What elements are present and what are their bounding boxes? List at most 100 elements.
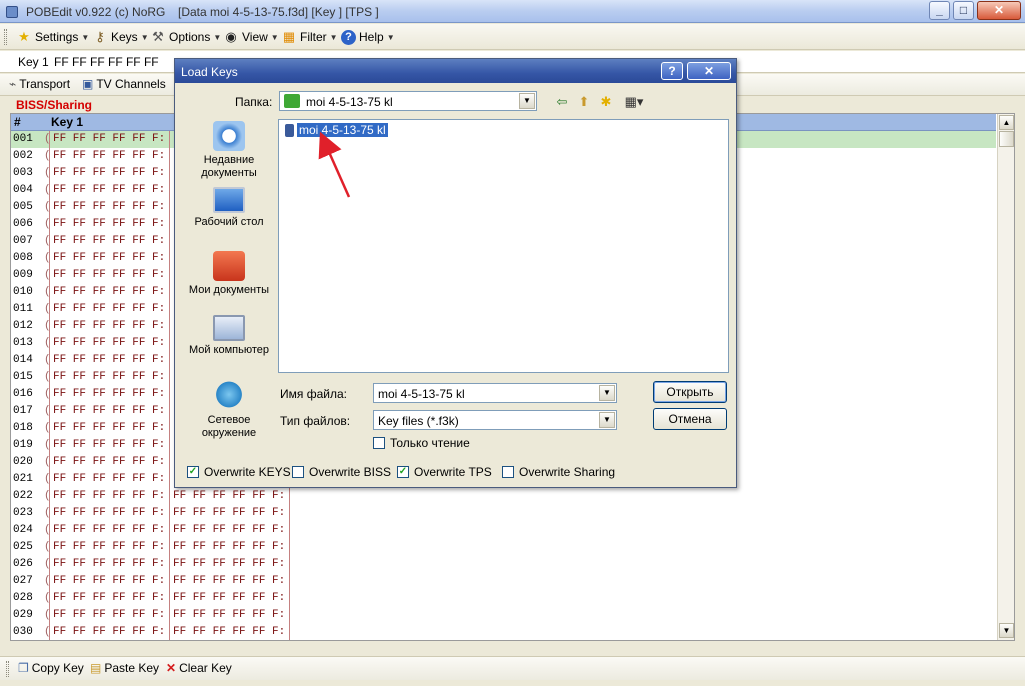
row-number: 015 bbox=[13, 371, 33, 383]
table-row[interactable]: 025(FF FF FF FF FF F: FF FF FF FF FF F: bbox=[11, 539, 996, 556]
scroll-down-icon[interactable]: ▼ bbox=[999, 623, 1014, 638]
chevron-down-icon[interactable]: ▼ bbox=[599, 385, 615, 401]
table-row[interactable]: 024(FF FF FF FF FF F: FF FF FF FF FF F: bbox=[11, 522, 996, 539]
row-number: 012 bbox=[13, 320, 33, 332]
window-titlebar: POBEdit v0.922 (c) NoRG [Data moi 4-5-13… bbox=[0, 0, 1025, 23]
row-number: 025 bbox=[13, 541, 33, 553]
scroll-up-icon[interactable]: ▲ bbox=[999, 115, 1014, 130]
dialog-title: Load Keys bbox=[181, 65, 238, 79]
menu-keys[interactable]: ⚷ Keys ▼ bbox=[92, 28, 148, 46]
place-my-documents[interactable]: Мои документы bbox=[183, 251, 275, 297]
folder-combo[interactable]: moi 4-5-13-75 kl ▼ bbox=[279, 91, 537, 111]
chevron-down-icon[interactable]: ▼ bbox=[599, 412, 615, 428]
back-icon[interactable]: ⇦ bbox=[553, 93, 571, 111]
row-key2-value: FF FF FF FF FF F: bbox=[173, 609, 286, 621]
close-button[interactable]: ✕ bbox=[977, 1, 1021, 20]
file-item-name: moi 4-5-13-75 kl bbox=[297, 123, 388, 137]
cancel-button[interactable]: Отмена bbox=[653, 408, 727, 430]
vertical-scrollbar[interactable]: ▲ ▼ bbox=[997, 114, 1014, 640]
row-key1-value: FF FF FF FF FF F: bbox=[53, 388, 166, 400]
chevron-down-icon: ▼ bbox=[270, 32, 279, 42]
row-number: 004 bbox=[13, 184, 33, 196]
table-row[interactable]: 026(FF FF FF FF FF F: FF FF FF FF FF F: bbox=[11, 556, 996, 573]
row-key1-value: FF FF FF FF FF F: bbox=[53, 541, 166, 553]
place-desktop[interactable]: Рабочий стол bbox=[183, 187, 275, 229]
overwrite-biss-checkbox[interactable]: Overwrite BISS bbox=[292, 465, 391, 479]
menu-view-label: View bbox=[242, 30, 268, 44]
filetype-select[interactable]: Key files (*.f3k) ▼ bbox=[373, 410, 617, 430]
row-number: 014 bbox=[13, 354, 33, 366]
scroll-thumb[interactable] bbox=[999, 131, 1014, 147]
menu-view[interactable]: ◉ View ▼ bbox=[223, 28, 279, 46]
checkbox-box bbox=[292, 466, 304, 478]
file-item[interactable]: moi 4-5-13-75 kl bbox=[285, 123, 388, 137]
paste-key-button[interactable]: ▤ Paste Key bbox=[90, 661, 159, 675]
column-header-number[interactable]: # bbox=[14, 115, 21, 129]
table-row[interactable]: 022(FF FF FF FF FF F: FF FF FF FF FF F: bbox=[11, 488, 996, 505]
toolbar-grip[interactable] bbox=[6, 661, 9, 677]
table-row[interactable]: 023(FF FF FF FF FF F: FF FF FF FF FF F: bbox=[11, 505, 996, 522]
table-row[interactable]: 028(FF FF FF FF FF F: FF FF FF FF FF F: bbox=[11, 590, 996, 607]
row-number: 001 bbox=[13, 133, 33, 145]
minimize-button[interactable]: _ bbox=[929, 1, 950, 20]
chevron-down-icon[interactable]: ▼ bbox=[519, 93, 535, 109]
place-network-label: Сетевое bbox=[207, 414, 251, 426]
row-number: 023 bbox=[13, 507, 33, 519]
readonly-checkbox[interactable]: Только чтение bbox=[373, 436, 470, 450]
dialog-close-button[interactable]: ✕ bbox=[687, 62, 731, 80]
nav-tv-channels[interactable]: ▣ TV Channels bbox=[82, 77, 166, 91]
key-label: Key 1 bbox=[18, 55, 49, 69]
menu-help[interactable]: ? Help ▼ bbox=[341, 28, 395, 46]
nav-tv-channels-label: TV Channels bbox=[96, 77, 166, 91]
row-key1-value: FF FF FF FF FF F: bbox=[53, 133, 166, 145]
filetype-label: Тип файлов: bbox=[280, 414, 351, 428]
view-menu-icon[interactable]: ▦▾ bbox=[621, 93, 647, 111]
overwrite-tps-checkbox[interactable]: ✓ Overwrite TPS bbox=[397, 465, 492, 479]
maximize-button[interactable]: □ bbox=[953, 1, 974, 20]
open-button[interactable]: Открыть bbox=[653, 381, 727, 403]
table-row[interactable]: 029(FF FF FF FF FF F: FF FF FF FF FF F: bbox=[11, 607, 996, 624]
place-recent-label: Недавние bbox=[203, 154, 255, 166]
row-number: 019 bbox=[13, 439, 33, 451]
row-key1-value: FF FF FF FF FF F: bbox=[53, 609, 166, 621]
new-folder-icon[interactable]: ✱ bbox=[597, 93, 615, 111]
toolbar-grip[interactable] bbox=[4, 29, 7, 45]
column-header-key1[interactable]: Key 1 bbox=[51, 115, 83, 129]
table-row[interactable]: 027(FF FF FF FF FF F: FF FF FF FF FF F: bbox=[11, 573, 996, 590]
row-key1-value: FF FF FF FF FF F: bbox=[53, 303, 166, 315]
place-my-computer[interactable]: Мой компьютер bbox=[183, 315, 275, 357]
binoculars-icon: ◉ bbox=[225, 29, 237, 44]
row-key1-value: FF FF FF FF FF F: bbox=[53, 201, 166, 213]
menu-filter-label: Filter bbox=[300, 30, 327, 44]
tv-icon: ▣ bbox=[82, 77, 94, 91]
place-recent[interactable]: Недавние документы bbox=[183, 121, 275, 180]
clear-key-button[interactable]: ✕ Clear Key bbox=[166, 661, 232, 675]
checkbox-box bbox=[502, 466, 514, 478]
file-list[interactable]: moi 4-5-13-75 kl bbox=[278, 119, 729, 373]
menu-options[interactable]: ⚒ Options ▼ bbox=[150, 28, 221, 46]
row-key1-value: FF FF FF FF FF F: bbox=[53, 286, 166, 298]
paste-icon: ▤ bbox=[90, 661, 102, 675]
filename-label: Имя файла: bbox=[280, 387, 347, 401]
dialog-help-button[interactable]: ? bbox=[661, 62, 683, 80]
key-value[interactable]: FF FF FF FF FF FF bbox=[54, 55, 159, 69]
network-icon bbox=[213, 381, 245, 411]
place-network[interactable]: Сетевое окружение bbox=[183, 381, 275, 440]
row-number: 005 bbox=[13, 201, 33, 213]
menu-settings[interactable]: ★ Settings ▼ bbox=[16, 28, 89, 46]
nav-transport[interactable]: ⌁ Transport bbox=[9, 77, 70, 91]
row-number: 011 bbox=[13, 303, 33, 315]
copy-icon: ❐ bbox=[18, 661, 29, 675]
table-row[interactable]: 030(FF FF FF FF FF F: FF FF FF FF FF F: bbox=[11, 624, 996, 640]
row-key1-value: FF FF FF FF FF F: bbox=[53, 524, 166, 536]
copy-key-button[interactable]: ❐ Copy Key bbox=[18, 661, 84, 675]
load-keys-dialog: Load Keys ? ✕ Папка: moi 4-5-13-75 kl ▼ … bbox=[174, 58, 737, 488]
row-number: 002 bbox=[13, 150, 33, 162]
checkbox-box bbox=[373, 437, 385, 449]
overwrite-sharing-checkbox[interactable]: Overwrite Sharing bbox=[502, 465, 615, 479]
row-key2-value: FF FF FF FF FF F: bbox=[173, 507, 286, 519]
filename-input[interactable]: moi 4-5-13-75 kl ▼ bbox=[373, 383, 617, 403]
menu-filter[interactable]: ▦ Filter ▼ bbox=[281, 28, 338, 46]
up-folder-icon[interactable]: ⬆ bbox=[575, 93, 593, 111]
overwrite-keys-checkbox[interactable]: ✓ Overwrite KEYS bbox=[187, 465, 291, 479]
